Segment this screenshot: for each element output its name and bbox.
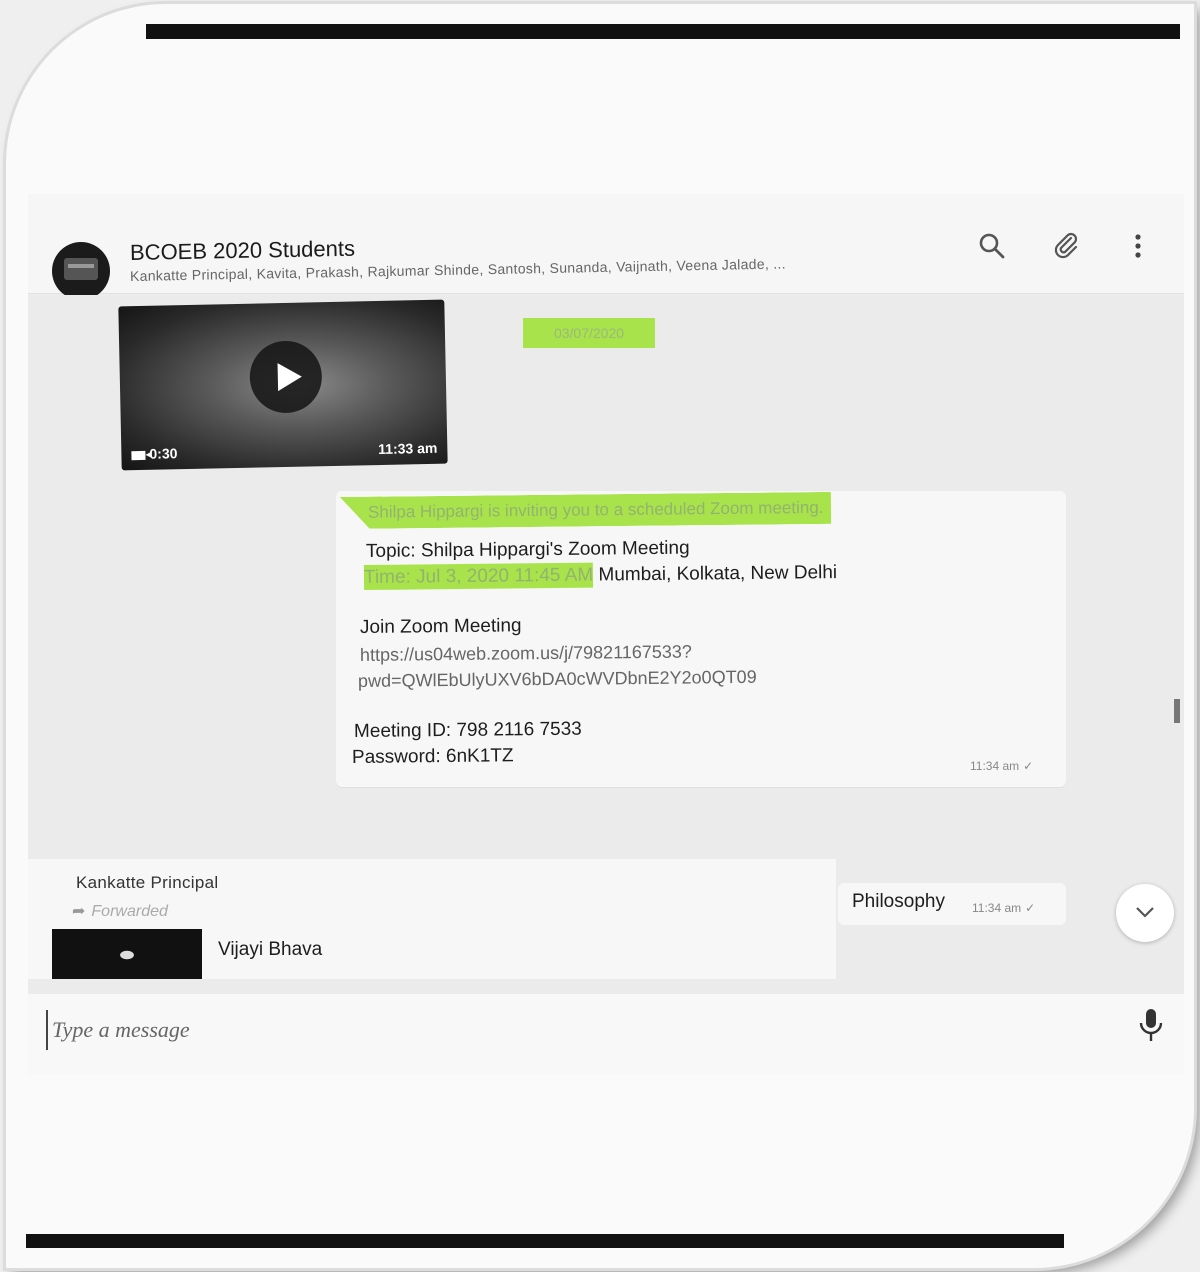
video-duration-text: 0:30: [149, 445, 178, 462]
philosophy-message[interactable]: Philosophy 11:34 am ✓: [838, 883, 1066, 925]
message-composer: [28, 994, 1184, 1074]
top-border-bar: [146, 24, 1180, 39]
sent-tick-icon: ✓: [1023, 759, 1034, 773]
time-line: Time: Jul 3, 2020 11:45 AM Mumbai, Kolka…: [363, 562, 838, 590]
group-name[interactable]: BCOEB 2020 Students: [130, 236, 355, 266]
play-icon[interactable]: [249, 340, 323, 414]
microphone-icon[interactable]: [1136, 1006, 1166, 1044]
meeting-id: Meeting ID: 798 2116 7533: [353, 718, 582, 742]
video-timestamp: 11:33 am: [378, 439, 438, 458]
sender-name: Kankatte Principal: [76, 873, 219, 892]
time-zone: Mumbai, Kolkata, New Delhi: [593, 562, 838, 586]
video-duration: 0:30: [131, 445, 178, 462]
philosophy-time-text: 11:34 am: [972, 901, 1022, 915]
menu-icon[interactable]: [1122, 230, 1154, 262]
date-chip: 03/07/2020: [523, 318, 655, 348]
bottom-border-bar: [26, 1234, 1064, 1248]
group-avatar[interactable]: [52, 242, 110, 300]
attach-icon[interactable]: [1050, 230, 1082, 262]
photo-frame: BCOEB 2020 Students Kankatte Principal, …: [6, 4, 1194, 1268]
forward-arrow-icon: ➦: [72, 903, 86, 920]
zoom-invite-message[interactable]: Shilpa Hippargi is inviting you to a sch…: [336, 491, 1066, 787]
join-line: Join Zoom Meeting: [359, 615, 522, 638]
chat-window: BCOEB 2020 Students Kankatte Principal, …: [28, 194, 1184, 1074]
forwarded-text: Forwarded: [91, 903, 168, 920]
video-message[interactable]: 0:30 11:33 am: [118, 299, 448, 471]
topic-line: Topic: Shilpa Hippargi's Zoom Meeting: [365, 537, 690, 562]
message-input[interactable]: [46, 1010, 1046, 1050]
forwarded-thumbnail[interactable]: [52, 929, 202, 979]
meeting-link-1[interactable]: https://us04web.zoom.us/j/79821167533?: [360, 642, 692, 666]
scrollbar-thumb[interactable]: [1174, 699, 1180, 723]
zoom-message-time: 11:34 am ✓: [970, 759, 1033, 773]
meeting-password: Password: 6nK1TZ: [351, 745, 514, 768]
incoming-message[interactable]: Kankatte Principal ➦ Forwarded Vijayi Bha…: [28, 859, 836, 979]
search-icon[interactable]: [976, 230, 1008, 262]
invite-line: Shilpa Hippargi is inviting you to a sch…: [340, 492, 832, 529]
philosophy-time: 11:34 am ✓: [972, 901, 1035, 915]
video-camera-icon: [131, 450, 146, 460]
forwarded-title: Vijayi Bhava: [218, 939, 323, 960]
sent-tick-icon: ✓: [1025, 901, 1036, 915]
philosophy-text: Philosophy: [852, 891, 945, 912]
meeting-link-2[interactable]: pwd=QWlEbUlyUXV6bDA0cWVDbnE2Y2o0QT09: [358, 667, 757, 692]
scroll-down-button[interactable]: [1116, 884, 1174, 942]
chat-header: BCOEB 2020 Students Kankatte Principal, …: [28, 194, 1184, 300]
chevron-down-icon: [1136, 907, 1154, 918]
time-highlight: Time: Jul 3, 2020 11:45 AM: [363, 562, 594, 590]
forwarded-label: ➦ Forwarded: [72, 901, 168, 921]
zoom-time-text: 11:34 am: [970, 759, 1020, 773]
